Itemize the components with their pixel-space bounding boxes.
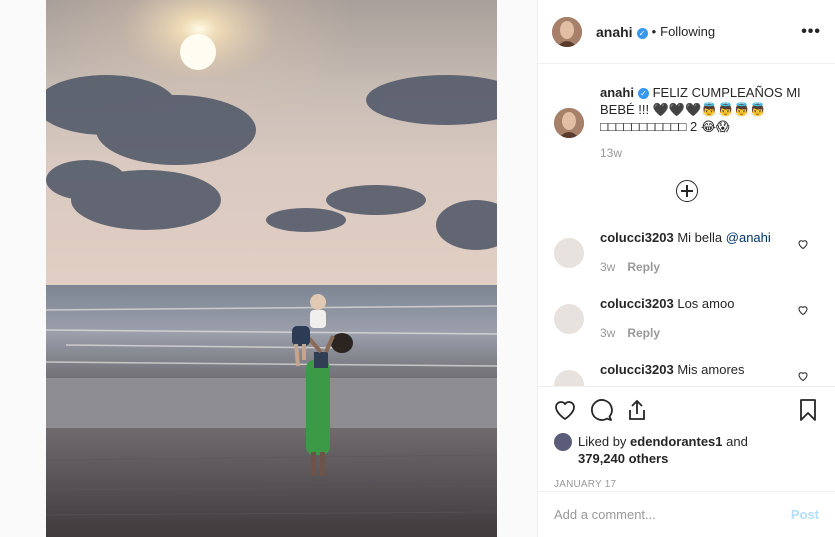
comment-username[interactable]: colucci3203 <box>600 296 674 311</box>
author-username[interactable]: anahi ✓ <box>596 24 648 40</box>
comment-avatar[interactable] <box>554 370 584 386</box>
comment-like-heart-icon[interactable] <box>797 238 809 250</box>
comments-list[interactable]: anahi ✓ FELIZ CUMPLEAÑOS MI BEBÉ !!! 🖤🖤🖤👼… <box>538 64 835 386</box>
comment-username[interactable]: colucci3203 <box>600 362 674 377</box>
likes-middle: and <box>722 434 748 449</box>
comment-text: Mis amores <box>677 362 745 377</box>
post-actions: Liked by edendorantes1 and 379,240 other… <box>538 386 835 490</box>
comment-line: colucci3203 Los amoo <box>600 296 734 311</box>
likes-prefix: Liked by <box>578 434 631 449</box>
post-comment-button[interactable]: Post <box>791 507 819 522</box>
add-comment-bar: Post <box>538 491 835 537</box>
caption-body: anahi ✓ FELIZ CUMPLEAÑOS MI BEBÉ !!! 🖤🖤🖤👼… <box>600 84 814 162</box>
comment-text: Mi bella <box>677 230 726 245</box>
share-icon[interactable] <box>625 398 649 422</box>
following-button[interactable]: Following <box>660 24 715 39</box>
comment-item: colucci3203 Mi bella @anahi 3w Reply <box>554 230 819 286</box>
comment-icon[interactable] <box>589 398 613 422</box>
action-icons <box>538 387 835 433</box>
comment-like-heart-icon[interactable] <box>797 370 809 382</box>
liker-username[interactable]: edendorantes1 <box>630 434 722 449</box>
reply-button[interactable]: Reply <box>627 326 660 340</box>
comment-meta: 3w Reply <box>600 260 660 274</box>
likes-summary: Liked by edendorantes1 and 379,240 other… <box>538 433 835 467</box>
more-options-icon[interactable]: ••• <box>801 23 821 41</box>
comment-meta: 3w Reply <box>600 326 660 340</box>
caption: anahi ✓ FELIZ CUMPLEAÑOS MI BEBÉ !!! 🖤🖤🖤👼… <box>538 64 835 162</box>
comment-item: colucci3203 Mis amores <box>554 362 819 386</box>
post-photo[interactable] <box>46 0 497 537</box>
comment-text: Los amoo <box>677 296 735 311</box>
verified-badge-icon: ✓ <box>636 27 648 39</box>
author-username-text[interactable]: anahi <box>596 24 633 40</box>
comment-avatar[interactable] <box>554 304 584 334</box>
post-date[interactable]: JANUARY 17 <box>538 467 835 490</box>
likes-count[interactable]: 379,240 others <box>578 451 668 466</box>
comment-input[interactable] <box>554 507 791 522</box>
separator-dot: • <box>651 24 657 39</box>
load-more-comments-icon[interactable] <box>676 180 698 202</box>
comment-mention[interactable]: @anahi <box>726 230 771 245</box>
caption-verified-badge-icon: ✓ <box>637 88 649 99</box>
comment-username[interactable]: colucci3203 <box>600 230 674 245</box>
post-details-panel: anahi ✓ • Following ••• anahi ✓ FELIZ CUMP… <box>537 0 835 537</box>
caption-age[interactable]: 13w <box>600 145 814 162</box>
backdrop-right[interactable] <box>497 0 537 537</box>
instagram-post-modal: anahi ✓ • Following ••• anahi ✓ FELIZ CUMP… <box>0 0 835 537</box>
liker-avatar[interactable] <box>554 433 572 451</box>
reply-button[interactable]: Reply <box>627 260 660 274</box>
caption-author-avatar[interactable] <box>554 108 584 138</box>
caption-username[interactable]: anahi <box>600 85 634 100</box>
heart-icon[interactable] <box>553 398 577 422</box>
comment-like-heart-icon[interactable] <box>797 304 809 316</box>
post-header: anahi ✓ • Following ••• <box>538 0 835 64</box>
comment-age[interactable]: 3w <box>600 260 615 274</box>
bookmark-icon[interactable] <box>796 398 820 422</box>
backdrop-left[interactable] <box>0 0 46 537</box>
author-avatar[interactable] <box>552 16 582 47</box>
comment-age[interactable]: 3w <box>600 326 615 340</box>
likes-text: Liked by edendorantes1 and 379,240 other… <box>578 433 748 467</box>
comment-avatar[interactable] <box>554 238 584 268</box>
comment-line: colucci3203 Mi bella @anahi <box>600 230 771 245</box>
comment-item: colucci3203 Los amoo 3w Reply <box>554 296 819 352</box>
beach-photo-image <box>46 0 497 537</box>
comment-line: colucci3203 Mis amores <box>600 362 745 377</box>
